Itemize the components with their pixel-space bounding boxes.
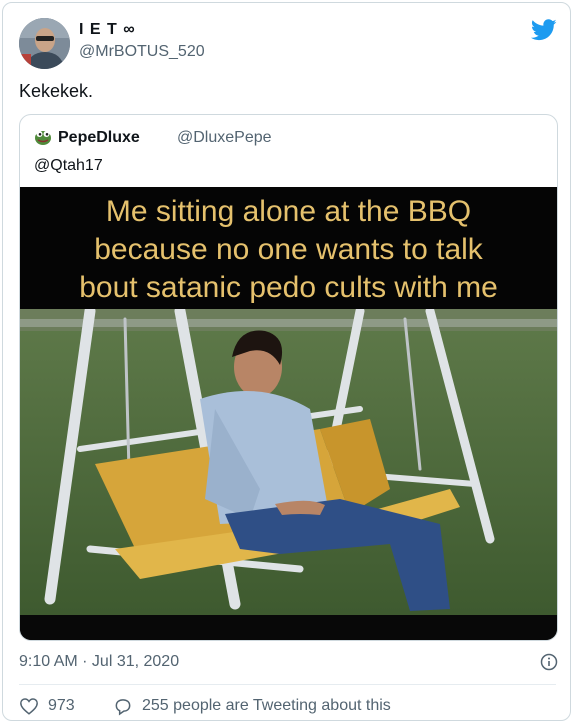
like-count: 973 xyxy=(48,697,75,714)
author-handle[interactable]: @MrBOTUS_520 xyxy=(79,43,205,61)
twitter-bird-icon[interactable] xyxy=(531,19,557,41)
like-button[interactable]: 973 xyxy=(19,693,75,719)
quoted-display-name[interactable]: PepeDluxe xyxy=(58,129,140,147)
meme-bottom-strip xyxy=(20,615,557,640)
meme-photo xyxy=(20,309,557,615)
tweet-text: Kekekek. xyxy=(19,81,94,101)
meme-caption: Me sitting alone at the BBQ because no o… xyxy=(20,187,557,309)
quoted-handle[interactable]: @DluxePepe xyxy=(177,129,272,147)
divider xyxy=(19,684,556,685)
embedded-tweet-card: I E T ∞ @MrBOTUS_520 Kekekek. PepeDluxe … xyxy=(2,2,571,721)
conversation-text: 255 people are Tweeting about this xyxy=(142,697,391,714)
avatar[interactable] xyxy=(19,18,70,69)
author-display-name[interactable]: I E T ∞ xyxy=(79,21,136,39)
pepe-frog-icon xyxy=(35,131,51,145)
conversation-link[interactable]: 255 people are Tweeting about this xyxy=(113,693,391,719)
heart-icon xyxy=(20,698,38,715)
info-icon[interactable] xyxy=(540,653,558,671)
speech-bubble-icon xyxy=(115,698,131,715)
meme-image[interactable]: Me sitting alone at the BBQ because no o… xyxy=(20,187,557,640)
quoted-reply-to[interactable]: @Qtah17 xyxy=(34,157,103,175)
quoted-tweet[interactable]: PepeDluxe @DluxePepe @Qtah17 Me sitting … xyxy=(19,114,558,641)
tweet-timestamp[interactable]: 9:10 AM · Jul 31, 2020 xyxy=(19,653,179,671)
